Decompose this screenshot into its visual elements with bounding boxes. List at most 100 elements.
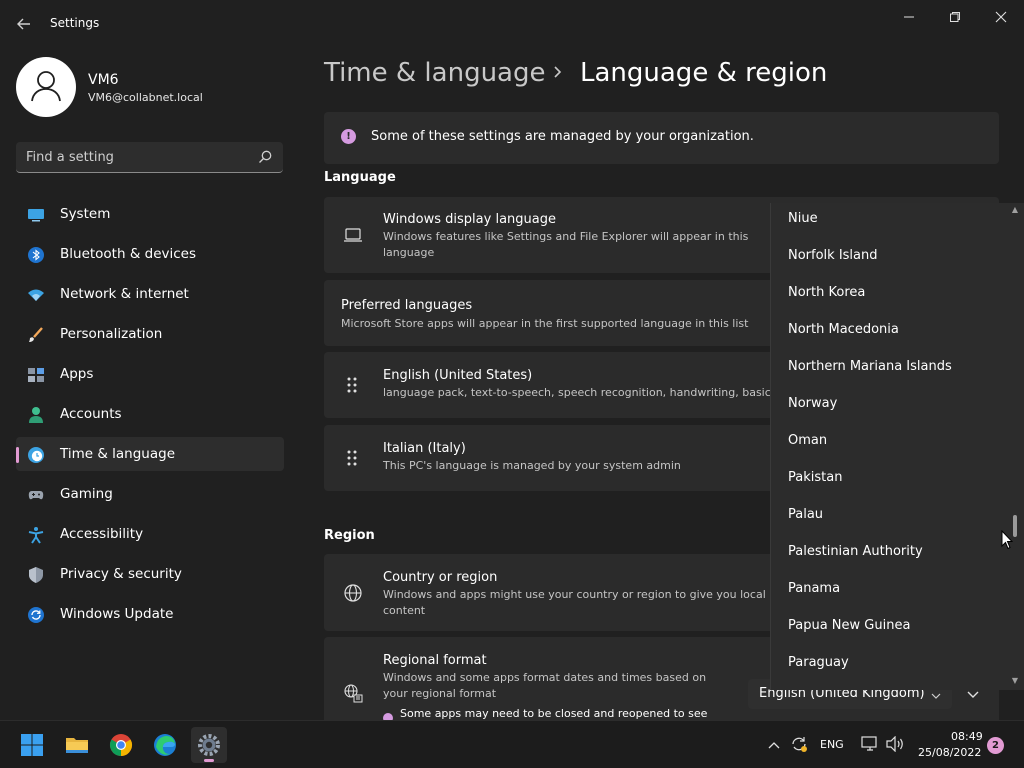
sidebar-item-label: Accounts — [60, 406, 122, 422]
dropdown-option[interactable]: Niue — [788, 211, 818, 226]
active-indicator — [16, 447, 19, 463]
mouse-cursor-icon — [1001, 529, 1014, 550]
language-item-subtitle: This PC's language is managed by your sy… — [383, 459, 681, 472]
volume-icon[interactable] — [885, 735, 905, 753]
dropdown-option[interactable]: Papua New Guinea — [788, 618, 910, 633]
sidebar-item-label: Accessibility — [60, 526, 144, 542]
language-item-title: English (United States) — [383, 368, 533, 383]
sidebar-item-label: Apps — [60, 366, 94, 382]
user-icon — [31, 71, 61, 102]
sidebar-item-system[interactable]: System — [16, 197, 284, 231]
regional-format-icon — [343, 683, 363, 703]
sidebar-item-personalization[interactable]: Personalization — [16, 317, 284, 351]
close-icon[interactable] — [978, 6, 1024, 28]
page-title: Language & region — [580, 58, 828, 88]
accessibility-icon — [27, 526, 45, 544]
country-dropdown-list[interactable]: Niue Norfolk Island North Korea North Ma… — [770, 203, 1024, 690]
sidebar-item-label: Time & language — [60, 446, 176, 462]
sidebar-item-gaming[interactable]: Gaming — [16, 477, 284, 511]
drag-handle-icon[interactable] — [346, 449, 358, 467]
chevron-up-icon[interactable] — [767, 738, 781, 752]
dropdown-option[interactable]: Paraguay — [788, 655, 849, 670]
scroll-down-arrow-icon[interactable]: ▼ — [1010, 676, 1020, 686]
sidebar-item-privacy[interactable]: Privacy & security — [16, 557, 284, 591]
regional-format-title: Regional format — [383, 653, 487, 668]
sidebar-item-label: Bluetooth & devices — [60, 246, 197, 262]
sidebar-item-bluetooth[interactable]: Bluetooth & devices — [16, 237, 284, 271]
notification-badge[interactable]: 2 — [987, 737, 1004, 754]
language-section-title: Language — [324, 170, 396, 185]
language-item-subtitle: language pack, text-to-speech, speech re… — [383, 386, 779, 399]
dropdown-option[interactable]: Palestinian Authority — [788, 544, 923, 559]
dropdown-option[interactable]: Norway — [788, 396, 837, 411]
dropdown-option[interactable]: Norfolk Island — [788, 248, 878, 263]
sidebar-item-network[interactable]: Network & internet — [16, 277, 284, 311]
preferred-languages-subtitle: Microsoft Store apps will appear in the … — [341, 317, 749, 330]
minimize-icon[interactable] — [886, 6, 932, 28]
display-language-title: Windows display language — [383, 212, 556, 227]
info-icon: ! — [341, 129, 356, 144]
chevron-right-icon — [554, 66, 562, 78]
regional-format-subtitle: Windows and some apps format dates and t… — [383, 671, 707, 700]
dropdown-option[interactable]: North Macedonia — [788, 322, 899, 337]
sidebar-item-time-language[interactable]: Time & language — [16, 437, 284, 471]
clock-date[interactable]: 25/08/2022 — [918, 746, 981, 759]
back-arrow-icon[interactable] — [14, 14, 34, 34]
network-icon — [27, 286, 45, 304]
chrome-icon[interactable] — [103, 727, 139, 763]
scrollbar-thumb[interactable] — [1013, 515, 1017, 537]
dropdown-option[interactable]: Oman — [788, 433, 827, 448]
sync-icon[interactable] — [790, 735, 808, 753]
laptop-icon — [343, 225, 363, 245]
globe-icon — [343, 583, 363, 603]
drag-handle-icon[interactable] — [346, 376, 358, 394]
user-name: VM6 — [88, 72, 119, 88]
gaming-icon — [27, 486, 45, 504]
avatar[interactable] — [16, 57, 76, 117]
file-explorer-icon[interactable] — [59, 727, 95, 763]
language-item-title: Italian (Italy) — [383, 441, 466, 456]
dropdown-option[interactable]: North Korea — [788, 285, 865, 300]
apps-icon — [27, 366, 45, 384]
dropdown-option[interactable]: Pakistan — [788, 470, 842, 485]
preferred-languages-title: Preferred languages — [341, 298, 473, 313]
country-region-title: Country or region — [383, 570, 498, 585]
clock-time[interactable]: 08:49 — [951, 730, 983, 743]
time-language-icon — [27, 446, 45, 464]
dropdown-option[interactable]: Palau — [788, 507, 823, 522]
update-icon — [27, 606, 45, 624]
sidebar-item-accounts[interactable]: Accounts — [16, 397, 284, 431]
monitor-network-icon[interactable] — [861, 736, 879, 752]
bluetooth-icon — [27, 246, 45, 264]
settings-icon[interactable] — [191, 727, 227, 763]
input-language-indicator[interactable]: ENG — [820, 738, 844, 751]
info-text: Some of these settings are managed by yo… — [371, 129, 754, 144]
sidebar-item-accessibility[interactable]: Accessibility — [16, 517, 284, 551]
user-email: VM6@collabnet.local — [88, 91, 203, 104]
scroll-up-arrow-icon[interactable]: ▲ — [1010, 205, 1020, 215]
sidebar-item-windows-update[interactable]: Windows Update — [16, 597, 284, 631]
sidebar-item-label: Privacy & security — [60, 566, 182, 582]
sidebar-item-apps[interactable]: Apps — [16, 357, 284, 391]
dropdown-option[interactable]: Panama — [788, 581, 840, 596]
maximize-icon[interactable] — [932, 6, 978, 28]
sidebar-item-label: Network & internet — [60, 286, 189, 302]
search-input[interactable] — [26, 148, 251, 166]
brush-icon — [27, 326, 45, 344]
shield-icon — [27, 566, 45, 584]
dropdown-option[interactable]: Northern Mariana Islands — [788, 359, 952, 374]
edge-icon[interactable] — [147, 727, 183, 763]
accounts-icon — [27, 406, 45, 424]
breadcrumb-parent[interactable]: Time & language — [324, 58, 545, 88]
app-title: Settings — [50, 16, 100, 30]
system-icon — [27, 206, 45, 224]
taskbar: ENG 08:49 25/08/2022 2 — [0, 720, 1024, 768]
search-box[interactable] — [16, 142, 283, 173]
search-icon[interactable] — [257, 149, 273, 165]
windows-start-icon[interactable] — [14, 727, 50, 763]
country-region-subtitle: Windows and apps might use your country … — [383, 588, 766, 617]
active-app-indicator — [204, 759, 214, 762]
breadcrumb-separator — [552, 62, 564, 87]
region-section-title: Region — [324, 528, 375, 543]
sidebar-item-label: Personalization — [60, 326, 163, 342]
